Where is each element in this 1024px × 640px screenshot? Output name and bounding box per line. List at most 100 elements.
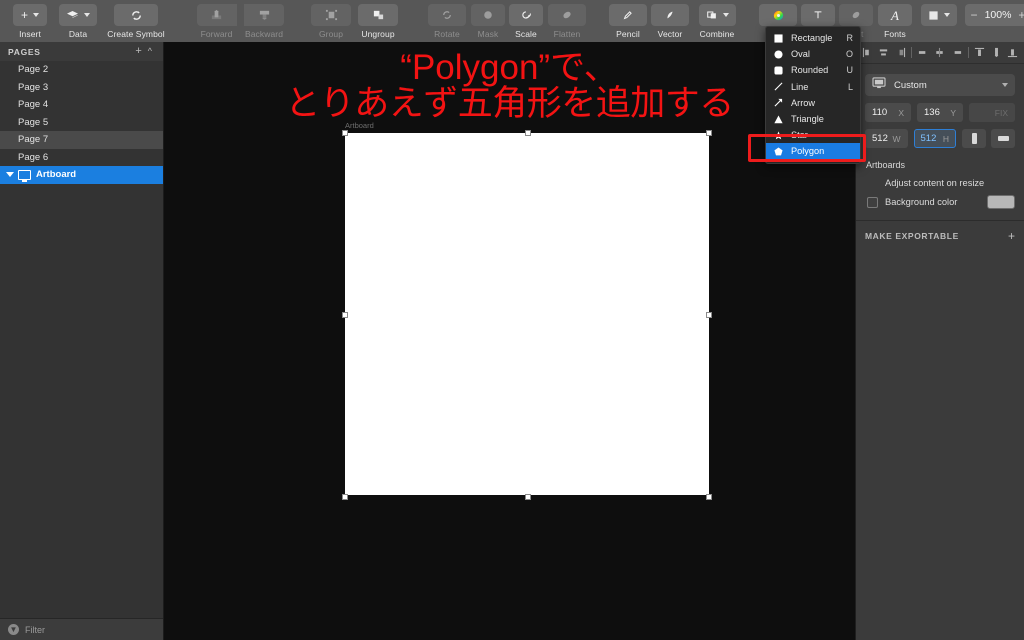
handle-top-left[interactable] xyxy=(342,130,348,136)
toolbar-item-fonts[interactable]: A Fonts xyxy=(875,0,915,39)
handle-bottom-center[interactable] xyxy=(525,494,531,500)
toolbar-item-mask[interactable]: Mask xyxy=(469,0,507,39)
combine-button[interactable] xyxy=(698,4,736,26)
toolbar-item-shape-tool[interactable] xyxy=(915,0,963,26)
group-button[interactable] xyxy=(311,4,351,26)
x-position-field[interactable]: 110 X xyxy=(865,103,911,122)
height-field[interactable]: 512 H xyxy=(913,129,956,148)
data-button[interactable] xyxy=(59,4,97,26)
pencil-icon xyxy=(623,11,632,20)
distribute-right-icon[interactable] xyxy=(951,47,963,59)
width-field[interactable]: 512 W xyxy=(865,129,908,148)
menu-label: Line xyxy=(791,81,809,92)
toolbar-item-scale[interactable]: Scale xyxy=(507,0,545,39)
handle-top-right[interactable] xyxy=(706,130,712,136)
menu-item-rounded[interactable]: Rounded U xyxy=(766,62,860,78)
background-color-checkbox[interactable] xyxy=(867,196,878,208)
pencil-button[interactable] xyxy=(609,4,647,26)
fonts-button[interactable]: A xyxy=(878,4,912,26)
menu-item-line[interactable]: Line L xyxy=(766,79,860,95)
align-top-icon[interactable] xyxy=(973,47,985,59)
ungroup-button[interactable] xyxy=(358,4,398,26)
handle-bottom-left[interactable] xyxy=(342,494,348,500)
add-page-icon[interactable]: + xyxy=(132,46,144,57)
toolbar-item-insert[interactable]: + Insert xyxy=(6,0,54,39)
toolbar-item-ungroup[interactable]: Ungroup xyxy=(353,0,403,39)
layer-item-artboard[interactable]: Artboard xyxy=(0,166,163,184)
toolbar-item-data[interactable]: Data xyxy=(54,0,102,39)
position-fields-row: 110 X 136 Y FIX xyxy=(865,103,1015,122)
y-position-field[interactable]: 136 Y xyxy=(917,103,963,122)
filter-bar[interactable]: ▼ Filter xyxy=(0,618,163,640)
toolbar-label-create-symbol: Create Symbol xyxy=(107,29,165,39)
distribute-center-icon[interactable] xyxy=(934,47,946,59)
page-list-item[interactable]: Page 6 xyxy=(0,149,163,167)
distribute-left-icon[interactable] xyxy=(917,47,929,59)
toolbar-item-flatten[interactable]: Flatten xyxy=(545,0,589,39)
handle-middle-right[interactable] xyxy=(706,312,712,318)
handle-bottom-right[interactable] xyxy=(706,494,712,500)
artboard-name-label[interactable]: Artboard xyxy=(345,121,374,130)
edit-button[interactable] xyxy=(839,4,873,26)
add-export-icon[interactable]: + xyxy=(1008,230,1015,242)
landscape-orientation-button[interactable] xyxy=(991,129,1015,148)
scale-button[interactable] xyxy=(509,4,543,26)
create-symbol-button[interactable] xyxy=(114,4,158,26)
portrait-orientation-button[interactable] xyxy=(962,129,986,148)
toolbar-item-create-symbol[interactable]: Create Symbol xyxy=(102,0,170,39)
chevron-up-icon[interactable]: ^ xyxy=(145,47,155,56)
toolbar-item-backward[interactable]: Backward xyxy=(239,0,289,39)
y-unit-label: Y xyxy=(950,107,956,118)
canvas-area[interactable]: Artboard xyxy=(164,42,855,640)
align-middle-icon[interactable] xyxy=(990,47,1002,59)
menu-item-triangle[interactable]: Triangle xyxy=(766,111,860,127)
handle-middle-left[interactable] xyxy=(342,312,348,318)
align-right-icon[interactable] xyxy=(895,47,907,59)
adjust-content-row[interactable]: Adjust content on resize xyxy=(867,177,1015,188)
page-list-item[interactable]: Page 5 xyxy=(0,114,163,132)
align-left-icon[interactable] xyxy=(861,47,873,59)
background-color-swatch[interactable] xyxy=(987,195,1015,209)
zoom-in-icon[interactable]: + xyxy=(1018,9,1024,21)
menu-item-oval[interactable]: Oval O xyxy=(766,46,860,62)
toolbar-item-group[interactable]: Group xyxy=(309,0,353,39)
backward-button[interactable] xyxy=(244,4,284,26)
toolbar-item-combine[interactable]: Combine xyxy=(691,0,743,39)
handle-top-center[interactable] xyxy=(525,130,531,136)
menu-label: Triangle xyxy=(791,114,824,125)
toolbar-item-vector[interactable]: Vector xyxy=(649,0,691,39)
align-bottom-icon[interactable] xyxy=(1007,47,1019,59)
artboard-preset-select[interactable]: Custom xyxy=(865,74,1015,96)
background-color-row[interactable]: Background color xyxy=(867,195,1015,209)
layer-label: Artboard xyxy=(36,169,77,181)
artboard-icon xyxy=(18,169,31,182)
disclosure-triangle-icon[interactable] xyxy=(6,172,14,178)
page-list-item[interactable]: Page 3 xyxy=(0,79,163,97)
fix-unit-label: FIX xyxy=(994,107,1008,118)
rotate-button[interactable] xyxy=(428,4,466,26)
menu-shortcut: L xyxy=(847,81,853,92)
menu-item-rectangle[interactable]: Rectangle R xyxy=(766,30,860,46)
toolbar-item-pencil[interactable]: Pencil xyxy=(607,0,649,39)
vector-button[interactable] xyxy=(651,4,689,26)
page-list-item[interactable]: Page 2 xyxy=(0,61,163,79)
menu-label: Rounded xyxy=(791,65,829,76)
page-list-item[interactable]: Page 4 xyxy=(0,96,163,114)
toolbar-item-zoom[interactable]: − 100% + xyxy=(963,0,1024,26)
zoom-stepper[interactable]: − 100% + xyxy=(964,4,1024,26)
menu-item-arrow[interactable]: Arrow xyxy=(766,95,860,111)
toolbar-label-data: Data xyxy=(68,29,88,39)
mask-button[interactable] xyxy=(471,4,505,26)
flatten-button[interactable] xyxy=(548,4,586,26)
shape-tool-button[interactable] xyxy=(921,4,957,26)
forward-button[interactable] xyxy=(196,4,237,26)
zoom-out-icon[interactable]: − xyxy=(971,9,978,21)
page-list-item-active[interactable]: Page 7 xyxy=(0,131,163,149)
toolbar-item-rotate[interactable]: Rotate xyxy=(425,0,469,39)
colors-button[interactable] xyxy=(759,4,797,26)
text-button[interactable] xyxy=(801,4,835,26)
artboard-canvas[interactable] xyxy=(345,133,709,495)
align-center-horizontal-icon[interactable] xyxy=(878,47,890,59)
toolbar-item-forward[interactable]: Forward xyxy=(194,0,239,39)
insert-button[interactable]: + xyxy=(13,4,47,26)
